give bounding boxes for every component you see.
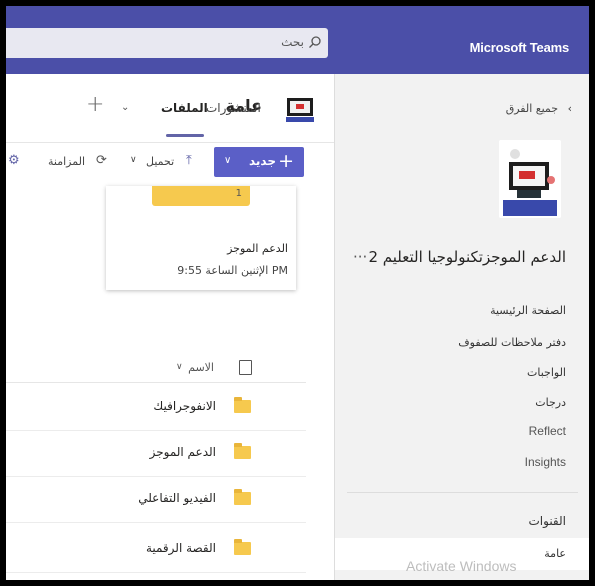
file-name: القصة الرقمية xyxy=(145,541,216,555)
channel-avatar-illustration xyxy=(286,98,314,122)
chevron-down-icon: ∨ xyxy=(224,155,232,166)
files-column-header: الاسم ∨ xyxy=(6,354,306,383)
folder-icon xyxy=(234,489,251,505)
add-tab-button[interactable]: + xyxy=(86,92,104,117)
search-input[interactable]: بحث xyxy=(6,28,328,58)
search-placeholder: بحث xyxy=(281,35,304,49)
card-title: الدعم الموجز xyxy=(227,242,288,255)
sync-icon: ⟳ xyxy=(96,153,107,168)
active-tab-indicator xyxy=(166,134,204,137)
table-row[interactable]: الدعم الموجز xyxy=(6,430,306,477)
sidebar-item-grades[interactable]: درجات xyxy=(535,396,566,409)
sidebar-divider xyxy=(347,492,578,493)
chevron-down-icon[interactable]: ∨ xyxy=(130,155,137,165)
sidebar-item-assignments[interactable]: الواجبات xyxy=(527,366,566,379)
tab-files[interactable]: الملفات xyxy=(161,101,208,115)
teams-window: بحث Microsoft Teams جميع الفرق ‹ ··· الد… xyxy=(6,6,589,580)
channel-item-label: عامة xyxy=(544,547,566,560)
name-column-header[interactable]: الاسم xyxy=(188,361,214,374)
top-bar: بحث Microsoft Teams xyxy=(6,6,589,74)
all-teams-label: جميع الفرق xyxy=(505,102,559,115)
thumbnail-badge: 1 xyxy=(235,188,242,199)
channel-avatar xyxy=(286,94,314,122)
search-icon xyxy=(309,36,321,48)
app-title: Microsoft Teams xyxy=(469,40,570,55)
team-avatar-illustration xyxy=(499,140,561,218)
upload-icon: ⤒ xyxy=(186,153,192,168)
upload-button[interactable]: تحميل xyxy=(146,155,174,168)
folder-icon xyxy=(234,397,251,413)
all-teams-link[interactable]: جميع الفرق ‹ xyxy=(506,102,572,115)
table-row[interactable]: الفيديو التفاعلي xyxy=(6,476,306,523)
file-thumbnail: 1 xyxy=(152,186,250,206)
sidebar-item-home[interactable]: الصفحة الرئيسية xyxy=(490,304,566,317)
file-name: الفيديو التفاعلي xyxy=(138,491,216,505)
tab-posts[interactable]: المنشورات xyxy=(206,101,261,115)
plus-icon: + xyxy=(278,150,294,172)
sidebar-item-reflect[interactable]: Reflect xyxy=(529,424,566,438)
chevron-down-icon[interactable]: ∨ xyxy=(176,362,183,372)
file-name: الانفوجرافيك xyxy=(153,399,216,413)
team-sidebar: جميع الفرق ‹ ··· الدعم الموجزتكنولوجيا ا… xyxy=(334,74,589,580)
folder-icon xyxy=(234,539,251,555)
recent-file-card[interactable]: 1 الدعم الموجز الإثنين الساعة 9:55 PM xyxy=(106,186,296,290)
settings-icon[interactable]: ⚙ xyxy=(8,153,20,168)
sync-button[interactable]: المزامنة xyxy=(48,155,85,168)
team-title: الدعم الموجزتكنولوجيا التعليم 2 xyxy=(368,248,566,266)
folder-icon xyxy=(234,443,251,459)
sidebar-item-insights[interactable]: Insights xyxy=(525,455,566,469)
new-button-label: جديد xyxy=(248,154,276,168)
file-name: الدعم الموجز xyxy=(149,445,216,459)
files-toolbar: + جديد ∨ ⤒ تحميل ∨ ⟳ المزامنة ⚙ xyxy=(6,142,334,187)
channel-header: عامة المنشورات الملفات ⌄ + xyxy=(6,74,334,142)
card-timestamp: الإثنين الساعة 9:55 PM xyxy=(177,264,288,277)
more-options-icon[interactable]: ··· xyxy=(353,248,367,266)
activate-windows-watermark: Activate Windows xyxy=(406,558,517,574)
table-row[interactable]: القصة الرقمية xyxy=(6,526,306,573)
new-button[interactable]: + جديد ∨ xyxy=(214,147,304,177)
chevron-down-icon[interactable]: ⌄ xyxy=(121,102,129,113)
team-avatar xyxy=(499,140,561,218)
table-row[interactable]: الانفوجرافيك xyxy=(6,384,306,431)
chevron-right-icon: ‹ xyxy=(567,102,572,115)
document-icon xyxy=(239,360,252,375)
channels-heading: القنوات xyxy=(528,514,566,528)
sidebar-item-class-notebook[interactable]: دفتر ملاحظات للصفوف xyxy=(458,336,566,349)
